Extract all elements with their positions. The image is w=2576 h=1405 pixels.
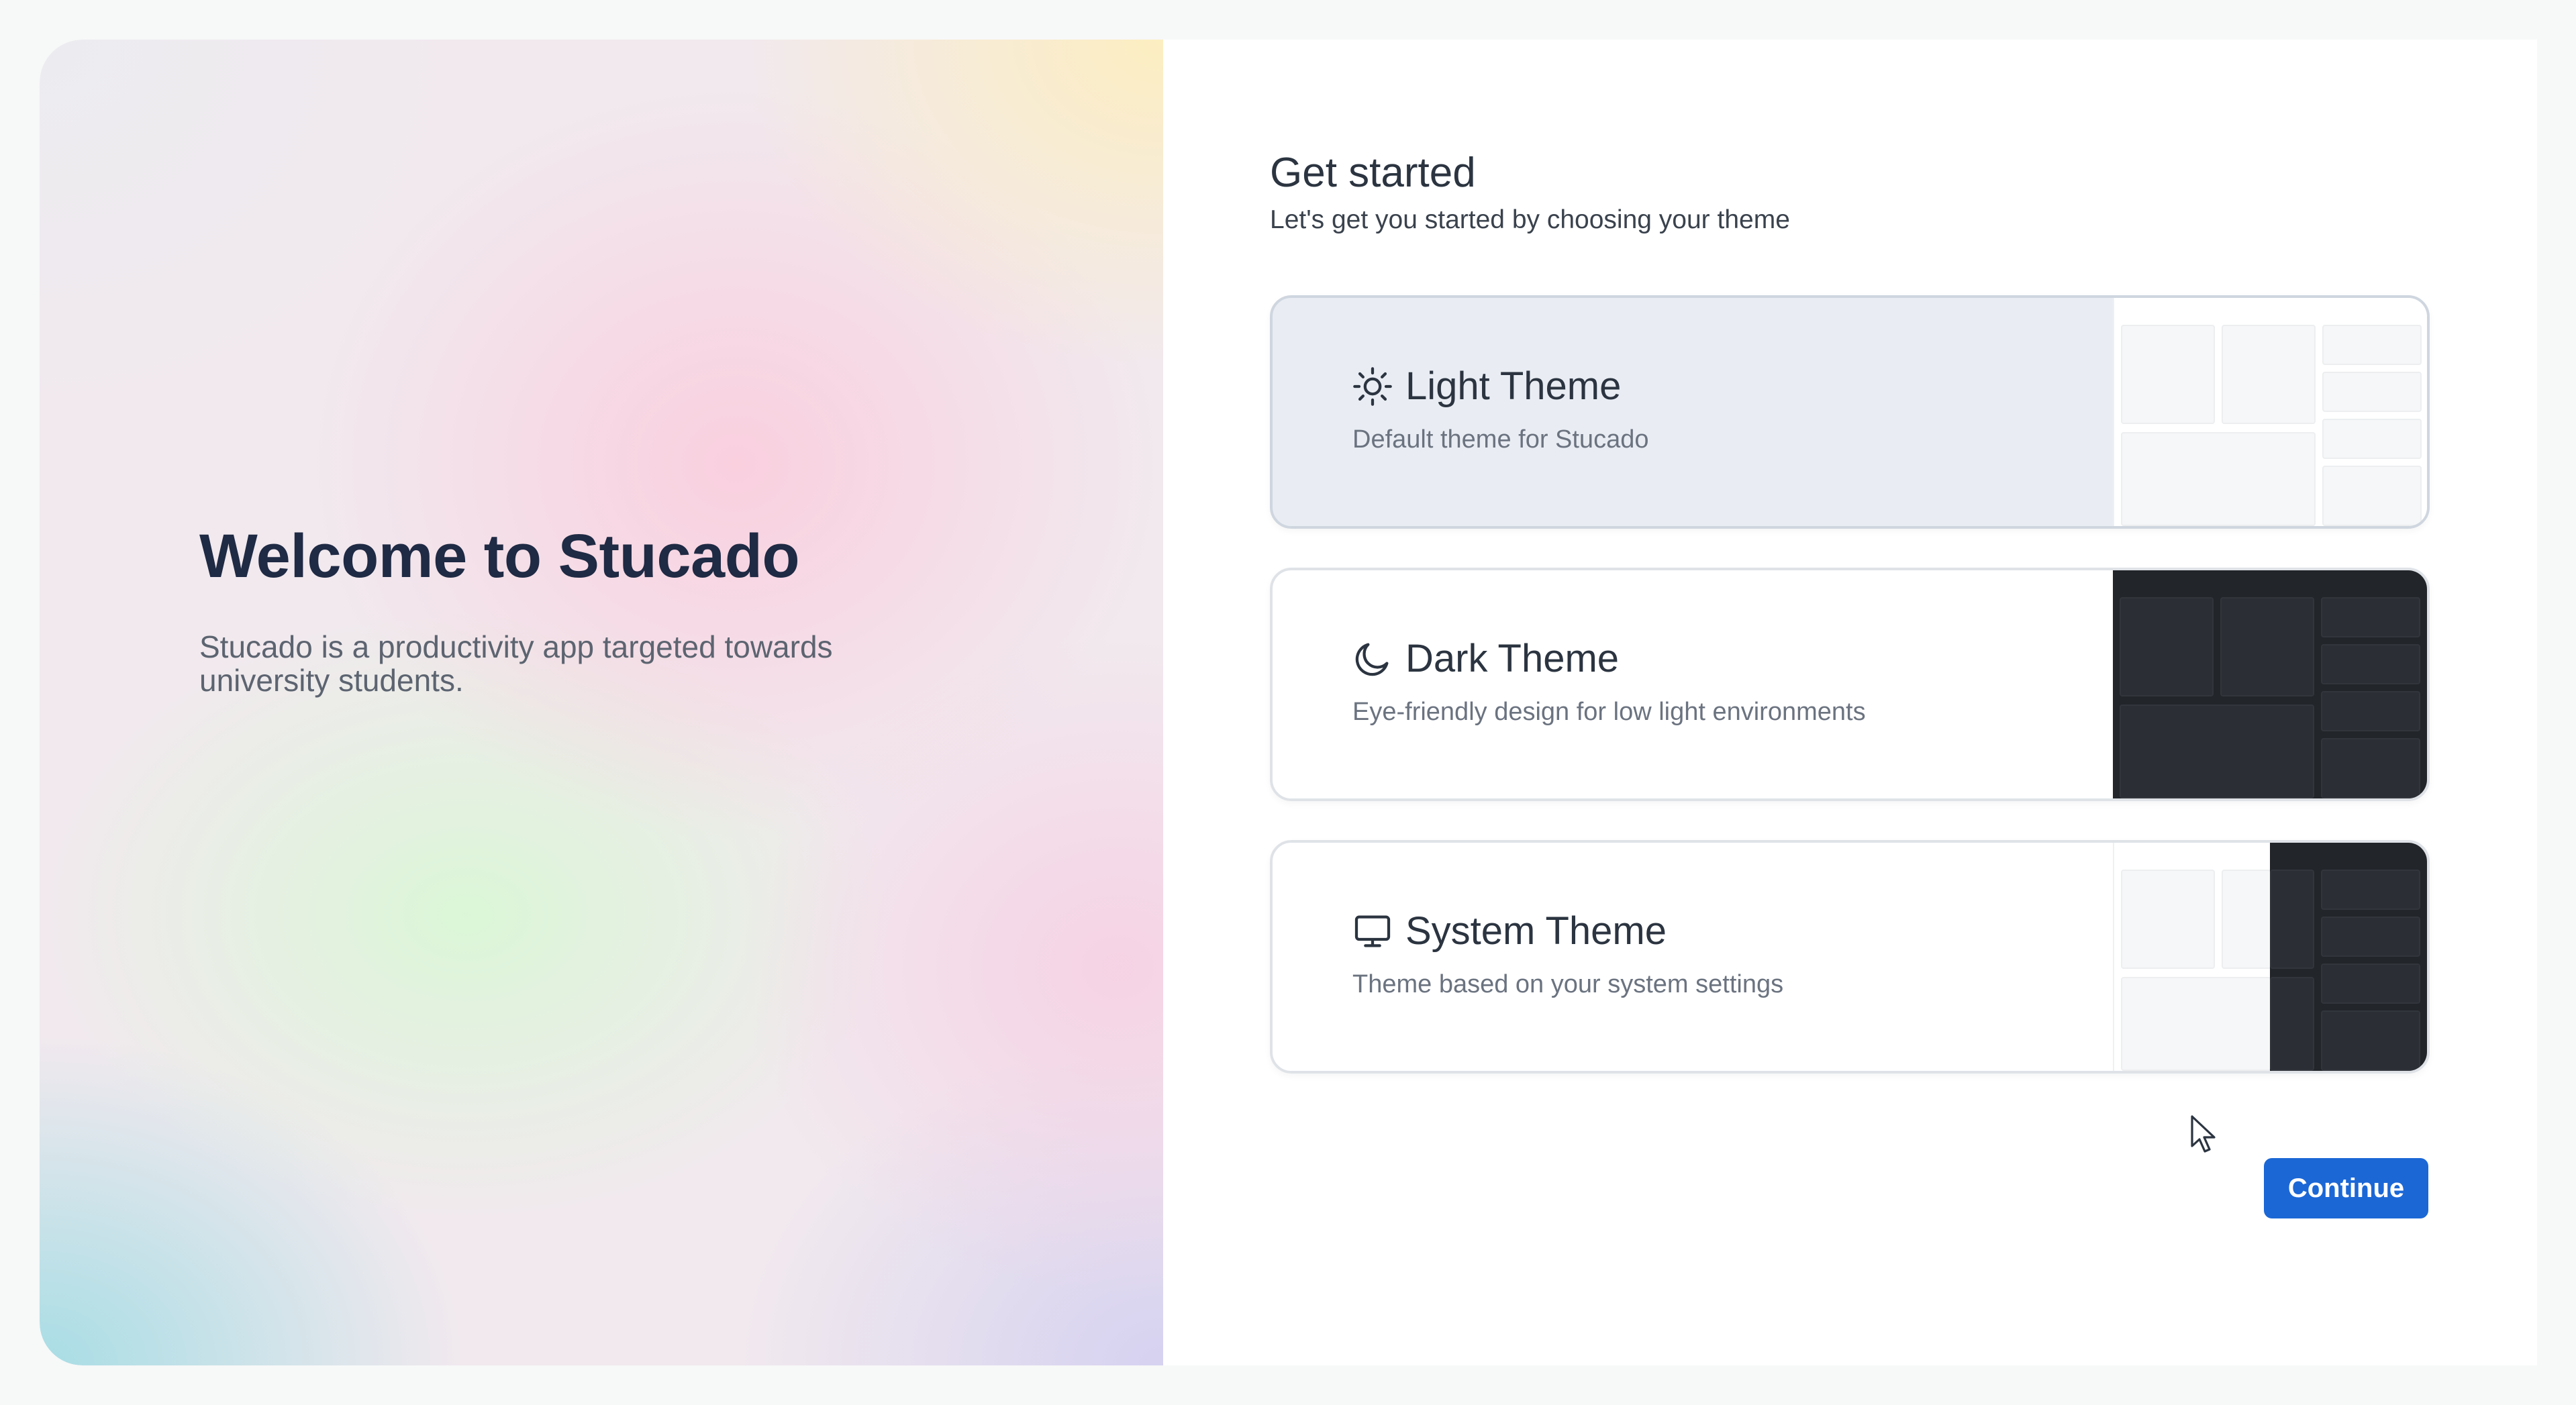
system-theme-description: Theme based on your system settings <box>1352 970 1784 998</box>
dark-theme-title: Dark Theme <box>1405 637 1620 680</box>
welcome-hero-panel: Welcome to Stucado Stucado is a producti… <box>40 40 1163 1365</box>
welcome-subtitle: Stucado is a productivity app targeted t… <box>199 629 833 698</box>
monitor-icon <box>1354 915 1391 947</box>
welcome-title: Welcome to Stucado <box>199 522 800 590</box>
dark-theme-card[interactable]: Dark Theme Eye-friendly design for low l… <box>1270 568 2430 801</box>
dark-theme-description: Eye-friendly design for low light enviro… <box>1352 698 1866 726</box>
light-theme-description: Default theme for Stucado <box>1352 425 1649 454</box>
system-theme-preview <box>2113 843 2427 1071</box>
get-started-subheading: Let's get you started by choosing your t… <box>1270 205 1790 234</box>
system-theme-title: System Theme <box>1405 909 1667 953</box>
light-theme-preview <box>2113 298 2427 526</box>
continue-button[interactable]: Continue <box>2264 1158 2428 1218</box>
dark-theme-preview <box>2113 570 2427 798</box>
light-theme-card[interactable]: Light Theme Default theme for Stucado <box>1270 295 2430 529</box>
moon-icon <box>1355 643 1389 676</box>
mouse-pointer-icon <box>2191 1115 2216 1153</box>
sun-icon <box>1353 367 1392 406</box>
system-theme-card[interactable]: System Theme Theme based on your system … <box>1270 840 2430 1074</box>
get-started-heading: Get started <box>1270 150 1476 196</box>
light-theme-title: Light Theme <box>1405 364 1622 408</box>
